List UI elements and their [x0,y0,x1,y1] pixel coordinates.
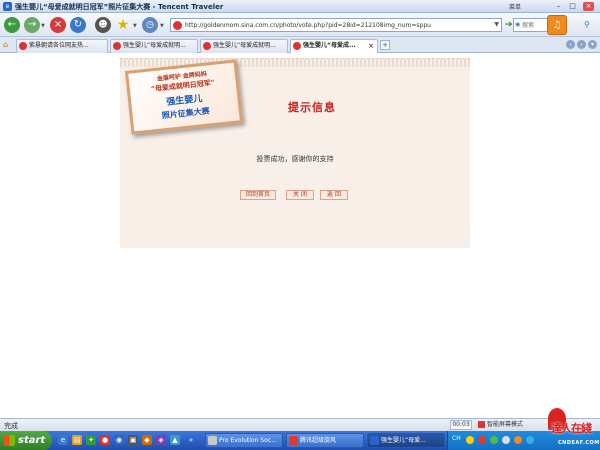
page-title: 提示信息 [288,101,336,114]
screen-mode-button[interactable]: 智能屏幕模式 [478,420,523,430]
app-icon: e [3,2,12,11]
task-browser-active[interactable]: 强生婴儿“母爱... [367,433,445,448]
menu-button[interactable]: 菜单 [509,2,521,11]
chevron-down-icon[interactable]: ▼ [160,23,164,29]
people-icon[interactable]: ☻ [95,17,111,33]
watermark-subtext: CNDEAF.COM [558,440,600,446]
qq-tray-icon[interactable] [514,436,522,444]
back-button[interactable]: ← [4,17,20,33]
home-icon[interactable]: ⌂ [3,40,13,50]
folder-quicklaunch-icon[interactable]: ▤ [72,435,82,445]
task-pes[interactable]: Pro Evolution Soc... [205,433,283,448]
go-arrow-icon[interactable]: ➔ [505,20,513,30]
page-viewport: 金盾呵护 金牌妈妈 “母爱成就明日冠军” 强生婴儿 照片征集大赛 提示信息 投票… [0,54,600,418]
app2-quicklaunch-icon[interactable]: ◆ [142,435,152,445]
tab-next-icon[interactable]: › [577,40,586,49]
pes-app-icon [208,436,217,445]
screen-mode-label: 智能屏幕模式 [487,421,524,428]
media-quicklaunch-icon[interactable]: ● [100,435,110,445]
help-tray-icon[interactable] [466,436,474,444]
app-quicklaunch-icon[interactable]: ✦ [86,435,96,445]
tab-4-active[interactable]: 强生婴儿“母爱成... × [290,39,378,53]
task-label: Pro Evolution Soc... [219,437,277,444]
stop-button[interactable]: × [50,17,66,33]
url-input[interactable] [185,19,485,31]
app4-quicklaunch-icon[interactable]: ▲ [170,435,180,445]
messenger-tray-icon[interactable] [526,436,534,444]
site-watermark: 達人在綫 CNDEAF.COM [548,408,600,450]
tab-list-icon[interactable]: ▾ [588,40,597,49]
action-buttons: 回到首页 关 闭 返 回 [240,190,350,200]
refresh-button[interactable]: ↻ [70,17,86,33]
notice-panel: 金盾呵护 金牌妈妈 “母爱成就明日冠军” 强生婴儿 照片征集大赛 提示信息 投票… [120,58,470,248]
history-icon[interactable]: ◷ [142,17,158,33]
search-icon[interactable]: ⚲ [584,20,590,29]
search-engine-icon[interactable]: ◉ [515,21,520,28]
success-message: 投票成功，感谢你的支持 [256,155,334,163]
quicklaunch-more-icon[interactable]: » [186,435,196,445]
start-label: start [18,435,46,446]
ie-quicklaunch-icon[interactable]: e [58,435,68,445]
tab-favicon-icon [113,42,121,50]
watermark-text: 達人在綫 [551,422,592,435]
chevron-down-icon[interactable]: ▼ [41,23,45,29]
task-tencent-xuanfeng[interactable]: 腾讯超级旋风 [286,433,364,448]
minimize-button[interactable]: – [553,2,564,11]
desktop-quicklaunch-icon[interactable]: ▣ [128,435,138,445]
close-window-button[interactable]: × [583,2,594,11]
home-page-button[interactable]: 回到首页 [240,190,276,200]
close-button[interactable]: 关 闭 [286,190,314,200]
nav-bar: ← → ▼ × ↻ ☻ ★ ▼ ◷ ▼ ▼ ➔ ◉ ♫ ⚲ [0,13,600,37]
network-tray-icon[interactable] [490,436,498,444]
forward-button[interactable]: → [24,17,40,33]
tab-label: 强生婴儿“母爱成... [303,42,356,49]
browser-app-icon [370,436,379,445]
tab-2[interactable]: 强生婴儿“母爱成就明... [110,39,198,53]
address-bar[interactable]: ▼ [170,18,502,32]
window-title: 强生婴儿“母爱成就明日冠军”照片征集大赛 - Tencent Traveler [15,3,224,11]
tab-bar: ⌂ 紫悬朝请各位网友热... 强生婴儿“母爱成就明... 强生婴儿“母爱成就明.… [0,37,600,53]
taskbar: start e ▤ ✦ ● ◉ ▣ ◆ ◈ ▲ » Pro Evolution … [0,431,600,450]
new-tab-button[interactable]: + [380,40,390,50]
task-label: 腾讯超级旋风 [300,437,337,444]
chevron-down-icon[interactable]: ▼ [494,21,499,28]
volume-tray-icon[interactable] [502,436,510,444]
tab-label: 紫悬朝请各位网友热... [29,42,89,49]
contest-poster-image: 金盾呵护 金牌妈妈 “母爱成就明日冠军” 强生婴儿 照片征集大赛 [124,59,244,135]
task-label: 强生婴儿“母爱... [381,437,426,444]
tab-label: 强生婴儿“母爱成就明... [213,42,276,49]
app3-quicklaunch-icon[interactable]: ◈ [156,435,166,445]
tab-label: 强生婴儿“母爱成就明... [123,42,186,49]
language-indicator[interactable]: CH [452,435,461,442]
close-tab-icon[interactable]: × [368,40,374,52]
browser-quicklaunch-icon[interactable]: ◉ [114,435,124,445]
chevron-down-icon[interactable]: ▼ [133,23,137,29]
status-text: 完成 [4,422,18,430]
title-bar: e 强生婴儿“母爱成就明日冠军”照片征集大赛 - Tencent Travele… [0,0,600,13]
xuanfeng-app-icon [289,436,298,445]
tab-1[interactable]: 紫悬朝请各位网友热... [16,39,108,53]
tab-favicon-icon [293,42,301,50]
maximize-button[interactable]: □ [567,2,578,11]
tab-favicon-icon [203,42,211,50]
status-bar: 完成 00:03 智能屏幕模式 [0,418,600,431]
windows-logo-icon [4,435,15,446]
screen-mode-icon [478,421,485,428]
start-button[interactable]: start [0,431,52,450]
back-page-button[interactable]: 返 回 [320,190,348,200]
favorites-star-icon[interactable]: ★ [115,17,131,33]
tab-favicon-icon [19,42,27,50]
tab-3[interactable]: 强生婴儿“母爱成就明... [200,39,288,53]
site-favicon-icon [173,21,182,30]
qq-icon[interactable]: ♫ [547,15,567,35]
antivirus-tray-icon[interactable] [478,436,486,444]
load-time: 00:03 [450,420,472,430]
tab-prev-icon[interactable]: ‹ [566,40,575,49]
